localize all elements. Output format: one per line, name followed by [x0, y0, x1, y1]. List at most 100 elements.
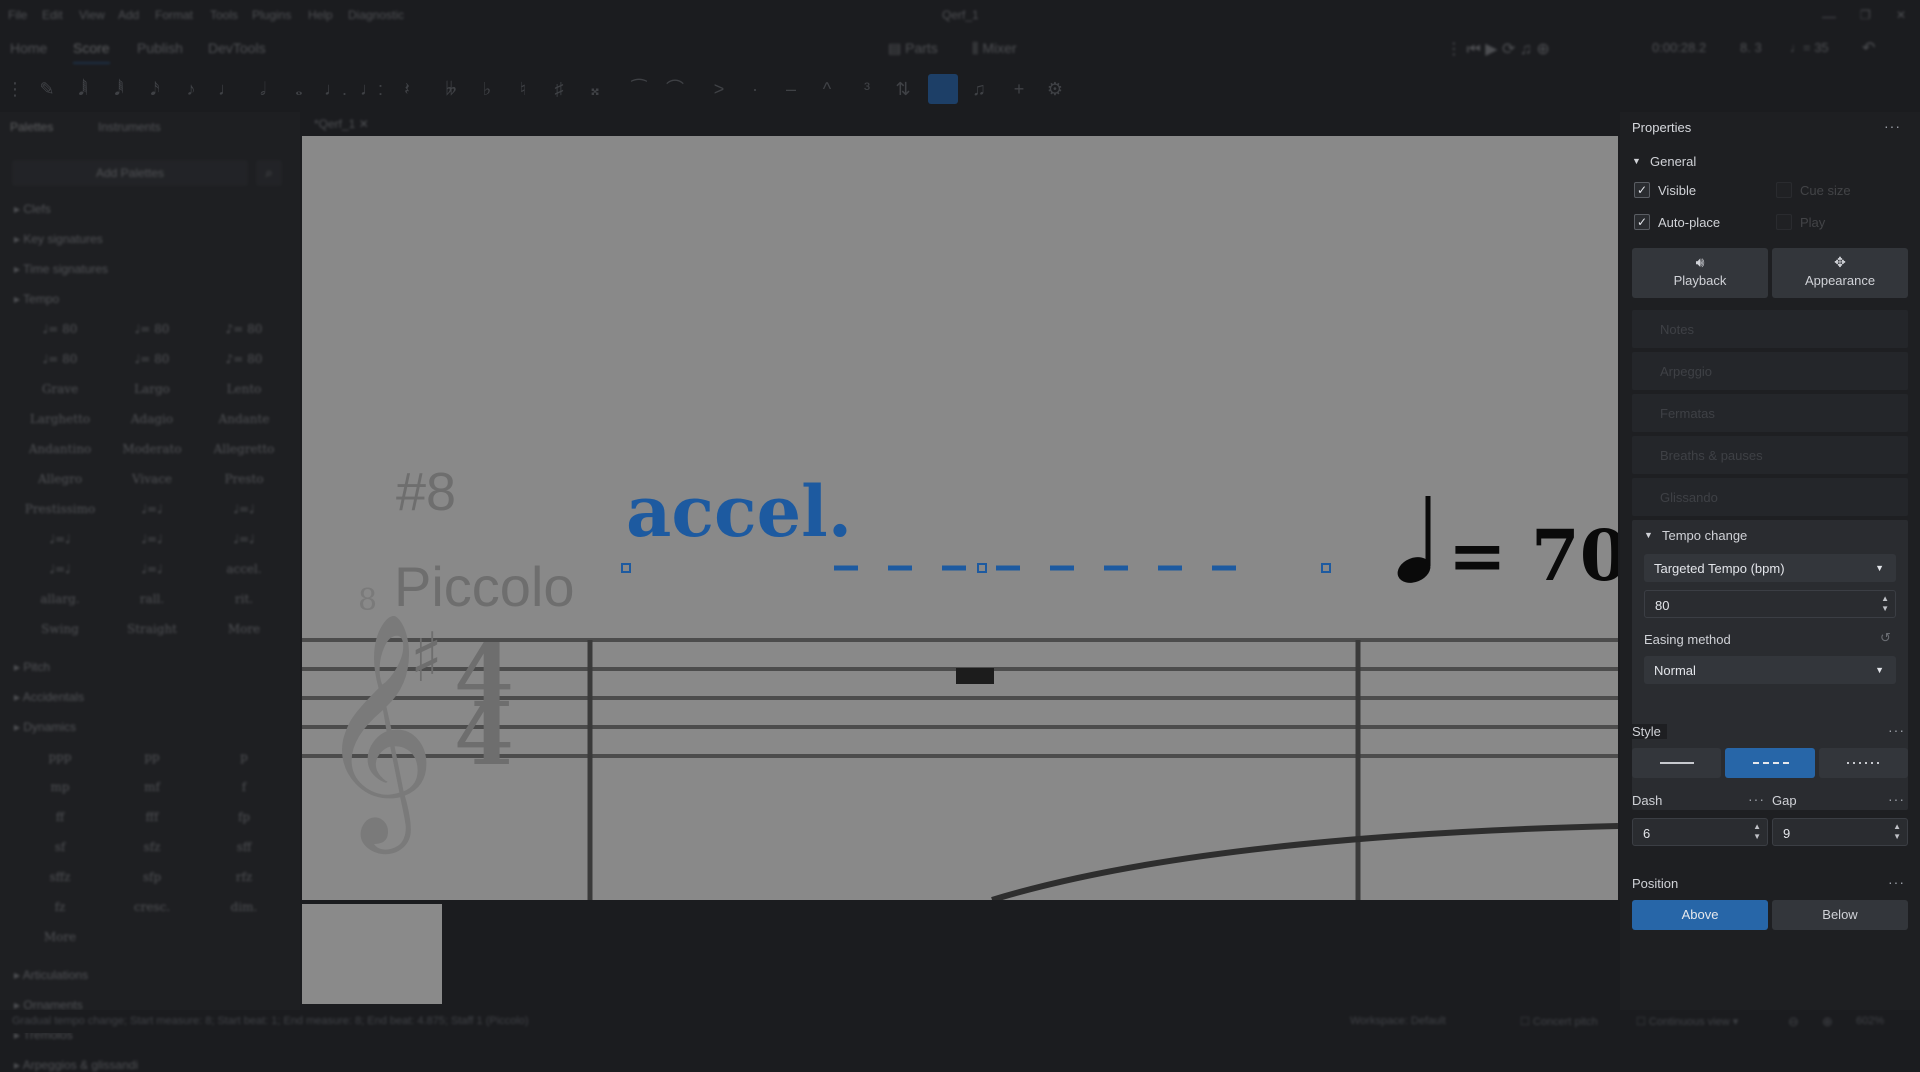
duration-half-icon[interactable]: 𝅗𝅥 — [252, 78, 274, 100]
spin-arrows-icon[interactable]: ▲ ▼ — [1893, 822, 1901, 842]
tab-home[interactable]: Home — [10, 40, 47, 56]
duration-eighth-icon[interactable]: ♪ — [180, 78, 202, 100]
palette-cell[interactable]: ff — [14, 810, 106, 824]
easing-method-dropdown[interactable]: Normal ▼ — [1644, 656, 1896, 684]
menu-edit[interactable]: Edit — [42, 8, 63, 22]
palette-cell[interactable]: Presto — [198, 472, 290, 486]
palette-cell[interactable]: Andantino — [14, 442, 106, 456]
accent-icon[interactable]: > — [708, 78, 730, 100]
palette-cell[interactable]: ♩= 80 — [14, 352, 106, 366]
menu-file[interactable]: File — [8, 8, 27, 22]
palette-cell[interactable]: Moderato — [106, 442, 198, 456]
palette-cell[interactable]: ♩=♩ — [14, 532, 106, 546]
palette-cell[interactable]: Andante — [198, 412, 290, 426]
flip-direction-icon[interactable]: ⇅ — [892, 78, 914, 100]
palette-cell[interactable]: More — [198, 622, 290, 636]
palette-cell[interactable]: sf — [14, 840, 106, 854]
palette-cell[interactable]: rit. — [198, 592, 290, 606]
properties-more-icon[interactable]: ··· — [1884, 118, 1901, 134]
voice-button-active[interactable] — [928, 74, 958, 104]
middle-handle[interactable] — [977, 563, 987, 573]
score-canvas[interactable]: 𝄞 8 ♯ 4 4 #8 Piccolo accel. = 70 — [302, 136, 1618, 900]
menu-tools[interactable]: Tools — [210, 8, 238, 22]
palette-cell[interactable]: Grave — [14, 382, 106, 396]
zoom-in-icon[interactable]: ⊕ — [1822, 1014, 1833, 1030]
maximize-icon[interactable]: ❐ — [1860, 8, 1871, 22]
close-icon[interactable]: ✕ — [1896, 8, 1906, 22]
general-collapse-icon[interactable]: ▼ — [1632, 156, 1641, 166]
tenuto-icon[interactable]: – — [780, 78, 802, 100]
concert-pitch-toggle[interactable]: ☐ Concert pitch — [1520, 1015, 1598, 1028]
double-flat-icon[interactable]: 𝄫 — [440, 78, 462, 100]
style-more-icon[interactable]: ··· — [1888, 722, 1905, 738]
instruments-tab[interactable]: Instruments — [98, 120, 161, 134]
minimize-icon[interactable]: — — [1822, 8, 1836, 24]
natural-icon[interactable]: ♮ — [512, 78, 534, 100]
palette-cell[interactable]: ♩=♩ — [106, 532, 198, 546]
whole-rest[interactable] — [956, 668, 994, 684]
augmentation-dot-icon[interactable]: ♩. — [324, 78, 347, 100]
position-below-button[interactable]: Below — [1772, 900, 1908, 930]
palette-cell[interactable]: Swing — [14, 622, 106, 636]
auto-place-checkbox[interactable]: ✓ — [1634, 214, 1650, 230]
menu-view[interactable]: View — [79, 8, 105, 22]
slur-icon[interactable]: ⌒ — [664, 78, 686, 100]
style-dashed-button[interactable] — [1725, 748, 1815, 778]
palette-cell[interactable]: Allegro — [14, 472, 106, 486]
dash-more-icon[interactable]: ··· — [1748, 791, 1765, 807]
palette-section-4[interactable]: ▸ Pitch — [14, 660, 50, 674]
palette-section-5[interactable]: ▸ Accidentals — [14, 690, 84, 704]
palette-cell[interactable]: rfz — [198, 870, 290, 884]
appearance-button[interactable]: ✥ Appearance — [1772, 248, 1908, 298]
palette-cell[interactable]: ♩=♩ — [198, 502, 290, 516]
playback-button[interactable]: 🔊︎ Playback — [1632, 248, 1768, 298]
gap-input[interactable]: 9 ▲ ▼ — [1772, 818, 1908, 846]
palette-cell[interactable]: ♩=♩ — [198, 532, 290, 546]
view-mode-select[interactable]: ☐ Continuous view ▾ — [1636, 1015, 1738, 1028]
drag-handle-icon[interactable]: ⋮ — [4, 78, 26, 100]
reset-icon[interactable]: ↺ — [1880, 630, 1891, 646]
position-more-icon[interactable]: ··· — [1888, 874, 1905, 890]
palette-cell[interactable]: ♩= 80 — [14, 322, 106, 336]
double-sharp-icon[interactable]: 𝄪 — [584, 78, 606, 100]
palette-cell[interactable]: Adagio — [106, 412, 198, 426]
mixer-button[interactable]: ⫼ Mixer — [972, 40, 1017, 57]
zoom-level[interactable]: 602% — [1856, 1015, 1884, 1027]
palette-cell[interactable]: sffz — [14, 870, 106, 884]
fermatas-section[interactable]: Fermatas — [1632, 394, 1908, 432]
palette-section-2[interactable]: ▸ Time signatures — [14, 262, 108, 276]
tempo-mode-dropdown[interactable]: Targeted Tempo (bpm) ▼ — [1644, 554, 1896, 582]
palette-cell[interactable]: sff — [198, 840, 290, 854]
palettes-tab[interactable]: Palettes — [10, 120, 53, 134]
voice-2-icon[interactable]: ♫ — [968, 78, 990, 100]
palette-cell[interactable]: sfz — [106, 840, 198, 854]
palette-cell[interactable]: p — [198, 750, 290, 764]
staccato-icon[interactable]: · — [744, 78, 766, 100]
start-handle[interactable] — [621, 563, 631, 573]
palette-cell[interactable]: fff — [106, 810, 198, 824]
palette-cell[interactable]: allarg. — [14, 592, 106, 606]
glissando-section[interactable]: Glissando — [1632, 478, 1908, 516]
palette-cell[interactable]: cresc. — [106, 900, 198, 914]
tempo-change-collapse-icon[interactable]: ▼ — [1644, 530, 1653, 540]
duration-whole-icon[interactable]: 𝅝 — [288, 78, 310, 100]
dash-input[interactable]: 6 ▲ ▼ — [1632, 818, 1768, 846]
add-icon[interactable]: + — [1008, 78, 1030, 100]
notes-section[interactable]: Notes — [1632, 310, 1908, 348]
palette-cell[interactable]: mp — [14, 780, 106, 794]
menu-add[interactable]: Add — [118, 8, 139, 22]
target-tempo-input[interactable]: 80 ▲ ▼ — [1644, 590, 1896, 618]
palette-section-3[interactable]: ▸ Tempo — [14, 292, 59, 306]
duration-quarter-icon[interactable]: ♩ — [216, 78, 238, 100]
add-palettes-button[interactable]: Add Palettes — [12, 160, 248, 186]
tab-devtools[interactable]: DevTools — [208, 40, 266, 56]
palette-cell[interactable]: sfp — [106, 870, 198, 884]
palette-cell[interactable]: fp — [198, 810, 290, 824]
general-header[interactable]: General — [1650, 154, 1696, 169]
palette-cell[interactable]: rall. — [106, 592, 198, 606]
palette-cell[interactable]: Vivace — [106, 472, 198, 486]
tab-score[interactable]: Score — [73, 40, 110, 64]
undo-icon[interactable]: ↶ — [1862, 38, 1875, 58]
palette-cell[interactable]: ♩=♩ — [14, 562, 106, 576]
menu-diagnostic[interactable]: Diagnostic — [348, 8, 404, 22]
